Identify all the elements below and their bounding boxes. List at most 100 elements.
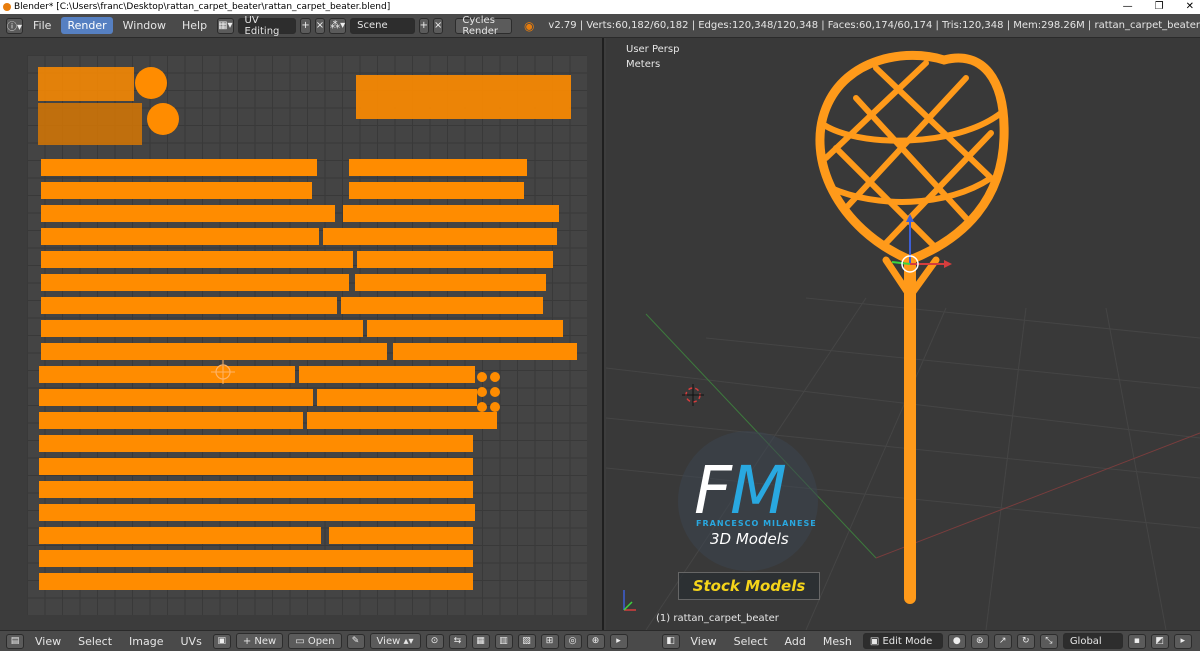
manipulator-scale-icon[interactable]: ⤡ xyxy=(1039,633,1058,649)
uv-strip-island[interactable] xyxy=(41,343,387,360)
uv-island-disc-top[interactable] xyxy=(135,67,167,99)
uv-grid-canvas[interactable] xyxy=(27,55,587,615)
scene-icon[interactable]: ⁂▾ xyxy=(329,17,347,34)
uv-dot[interactable] xyxy=(477,387,487,397)
minimize-button[interactable]: — xyxy=(1123,0,1133,14)
open-image-button[interactable]: ▭ Open xyxy=(288,633,342,649)
3d-editor-type-icon[interactable]: ◧ xyxy=(661,633,680,649)
3d-viewport[interactable]: User Persp Meters (1) rattan_carpet_beat… xyxy=(606,38,1200,630)
uv-strip-island[interactable] xyxy=(299,366,475,383)
view-menu-mesh[interactable]: Mesh xyxy=(817,633,858,650)
uv-island-top-right[interactable] xyxy=(356,75,571,119)
view-menu-add[interactable]: Add xyxy=(779,633,812,650)
uv-strip-island[interactable] xyxy=(349,159,527,176)
menu-render[interactable]: Render xyxy=(61,17,113,34)
face-select-icon[interactable]: ▧ xyxy=(517,633,536,649)
uv-strip-island[interactable] xyxy=(41,228,319,245)
uv-strip-island[interactable] xyxy=(39,504,475,521)
uv-strip-island[interactable] xyxy=(41,182,312,199)
occlude-geometry-icon[interactable]: ◩ xyxy=(1150,633,1169,649)
layers-icon[interactable]: ▪ xyxy=(1127,633,1146,649)
uv-strip-island[interactable] xyxy=(41,297,337,314)
3d-cursor[interactable] xyxy=(682,384,704,406)
shading-icon[interactable]: ● xyxy=(947,633,966,649)
uv-strip-island[interactable] xyxy=(41,205,335,222)
proportional-edit-icon[interactable]: ◎ xyxy=(563,633,582,649)
close-button[interactable]: ✕ xyxy=(1186,0,1194,14)
mode-dropdown[interactable]: ▣ Edit Mode xyxy=(862,633,943,649)
maximize-button[interactable]: ❐ xyxy=(1155,0,1164,14)
pivot-point-icon[interactable]: ⊛ xyxy=(970,633,989,649)
uv-strip-island[interactable] xyxy=(343,205,559,222)
uv-strip-island[interactable] xyxy=(39,458,473,475)
uv-dot[interactable] xyxy=(490,387,500,397)
uv-strip-island[interactable] xyxy=(367,320,563,337)
uv-dot[interactable] xyxy=(490,372,500,382)
uv-strip-island[interactable] xyxy=(41,251,353,268)
manipulator-translate-icon[interactable]: ↗ xyxy=(993,633,1012,649)
uv-menu-image[interactable]: Image xyxy=(123,633,169,650)
pin-icon[interactable]: ✎ xyxy=(346,633,365,649)
uv-strip-island[interactable] xyxy=(39,527,321,544)
uv-strip-island[interactable] xyxy=(39,573,473,590)
uv-island-disc-bottom[interactable] xyxy=(147,103,179,135)
uv-menu-select[interactable]: Select xyxy=(72,633,118,650)
uv-strip-island[interactable] xyxy=(329,527,473,544)
uv-strip-island[interactable] xyxy=(41,159,317,176)
uv-image-editor[interactable] xyxy=(0,38,604,630)
uv-menu-view[interactable]: View xyxy=(29,633,67,650)
uv-island-strands-lower[interactable] xyxy=(38,103,142,145)
uv-dot[interactable] xyxy=(490,402,500,412)
uv-strip-island[interactable] xyxy=(349,182,524,199)
uv-strip-island[interactable] xyxy=(41,274,349,291)
uv-strip-island[interactable] xyxy=(307,412,497,429)
uv-dot[interactable] xyxy=(477,402,487,412)
uv-strip-island[interactable] xyxy=(317,389,477,406)
sticky-select-icon[interactable]: ⊞ xyxy=(540,633,559,649)
uv-strip-island[interactable] xyxy=(39,435,473,452)
view-more-icon[interactable]: ▸ xyxy=(1173,633,1192,649)
new-image-button[interactable]: + New xyxy=(235,633,284,649)
screen-layout-field[interactable]: UV Editing xyxy=(237,15,297,37)
view-menu-view[interactable]: View xyxy=(685,633,723,650)
editor-type-info-icon[interactable]: ⓘ▾ xyxy=(6,17,24,34)
pivot-icon[interactable]: ⊙ xyxy=(425,633,444,649)
uv-dot[interactable] xyxy=(477,372,487,382)
transform-orientation-dropdown[interactable]: Global xyxy=(1062,633,1123,649)
menu-file[interactable]: File xyxy=(27,17,57,34)
scene-field[interactable]: Scene xyxy=(350,17,415,34)
menu-window[interactable]: Window xyxy=(117,17,172,34)
view-menu-select[interactable]: Select xyxy=(728,633,774,650)
manipulator-rotate-icon[interactable]: ↻ xyxy=(1016,633,1035,649)
uv-strip-island[interactable] xyxy=(39,366,295,383)
uv-menu-uvs[interactable]: UVs xyxy=(175,633,208,650)
uv-strip-island[interactable] xyxy=(39,550,473,567)
uv-more-icon[interactable]: ▸ xyxy=(609,633,628,649)
snap-icon[interactable]: ⊕ xyxy=(586,633,605,649)
menu-help[interactable]: Help xyxy=(176,17,213,34)
uv-strip-island[interactable] xyxy=(39,389,313,406)
remove-layout-icon[interactable]: × xyxy=(314,17,326,34)
remove-scene-icon[interactable]: × xyxy=(432,17,444,34)
uv-strip-island[interactable] xyxy=(341,297,543,314)
uv-strip-island[interactable] xyxy=(41,320,363,337)
scene-stats: v2.79 | Verts:60,182/60,182 | Edges:120,… xyxy=(548,20,1200,31)
uv-editor-type-icon[interactable]: ▤ xyxy=(6,633,24,649)
uv-strip-island[interactable] xyxy=(357,251,553,268)
uv-strip-island[interactable] xyxy=(39,412,303,429)
add-layout-icon[interactable]: + xyxy=(300,17,311,34)
uv-view-mode-dropdown[interactable]: View ▴▾ xyxy=(369,633,421,649)
render-engine-dropdown[interactable]: Cycles Render xyxy=(455,15,512,37)
bottom-headers: ▤ View Select Image UVs ▣ + New ▭ Open ✎… xyxy=(0,630,1200,651)
add-scene-icon[interactable]: + xyxy=(418,17,429,34)
edge-select-icon[interactable]: ▥ xyxy=(494,633,513,649)
uv-strip-island[interactable] xyxy=(323,228,557,245)
screen-layout-icon[interactable]: ▦▾ xyxy=(217,17,234,34)
uv-strip-island[interactable] xyxy=(393,343,577,360)
sync-selection-icon[interactable]: ⇆ xyxy=(448,633,467,649)
uv-strip-island[interactable] xyxy=(39,481,473,498)
image-browse-icon[interactable]: ▣ xyxy=(212,633,231,649)
uv-strip-island[interactable] xyxy=(355,274,546,291)
uv-island-strands[interactable] xyxy=(38,67,134,101)
vertex-select-icon[interactable]: ▦ xyxy=(471,633,490,649)
